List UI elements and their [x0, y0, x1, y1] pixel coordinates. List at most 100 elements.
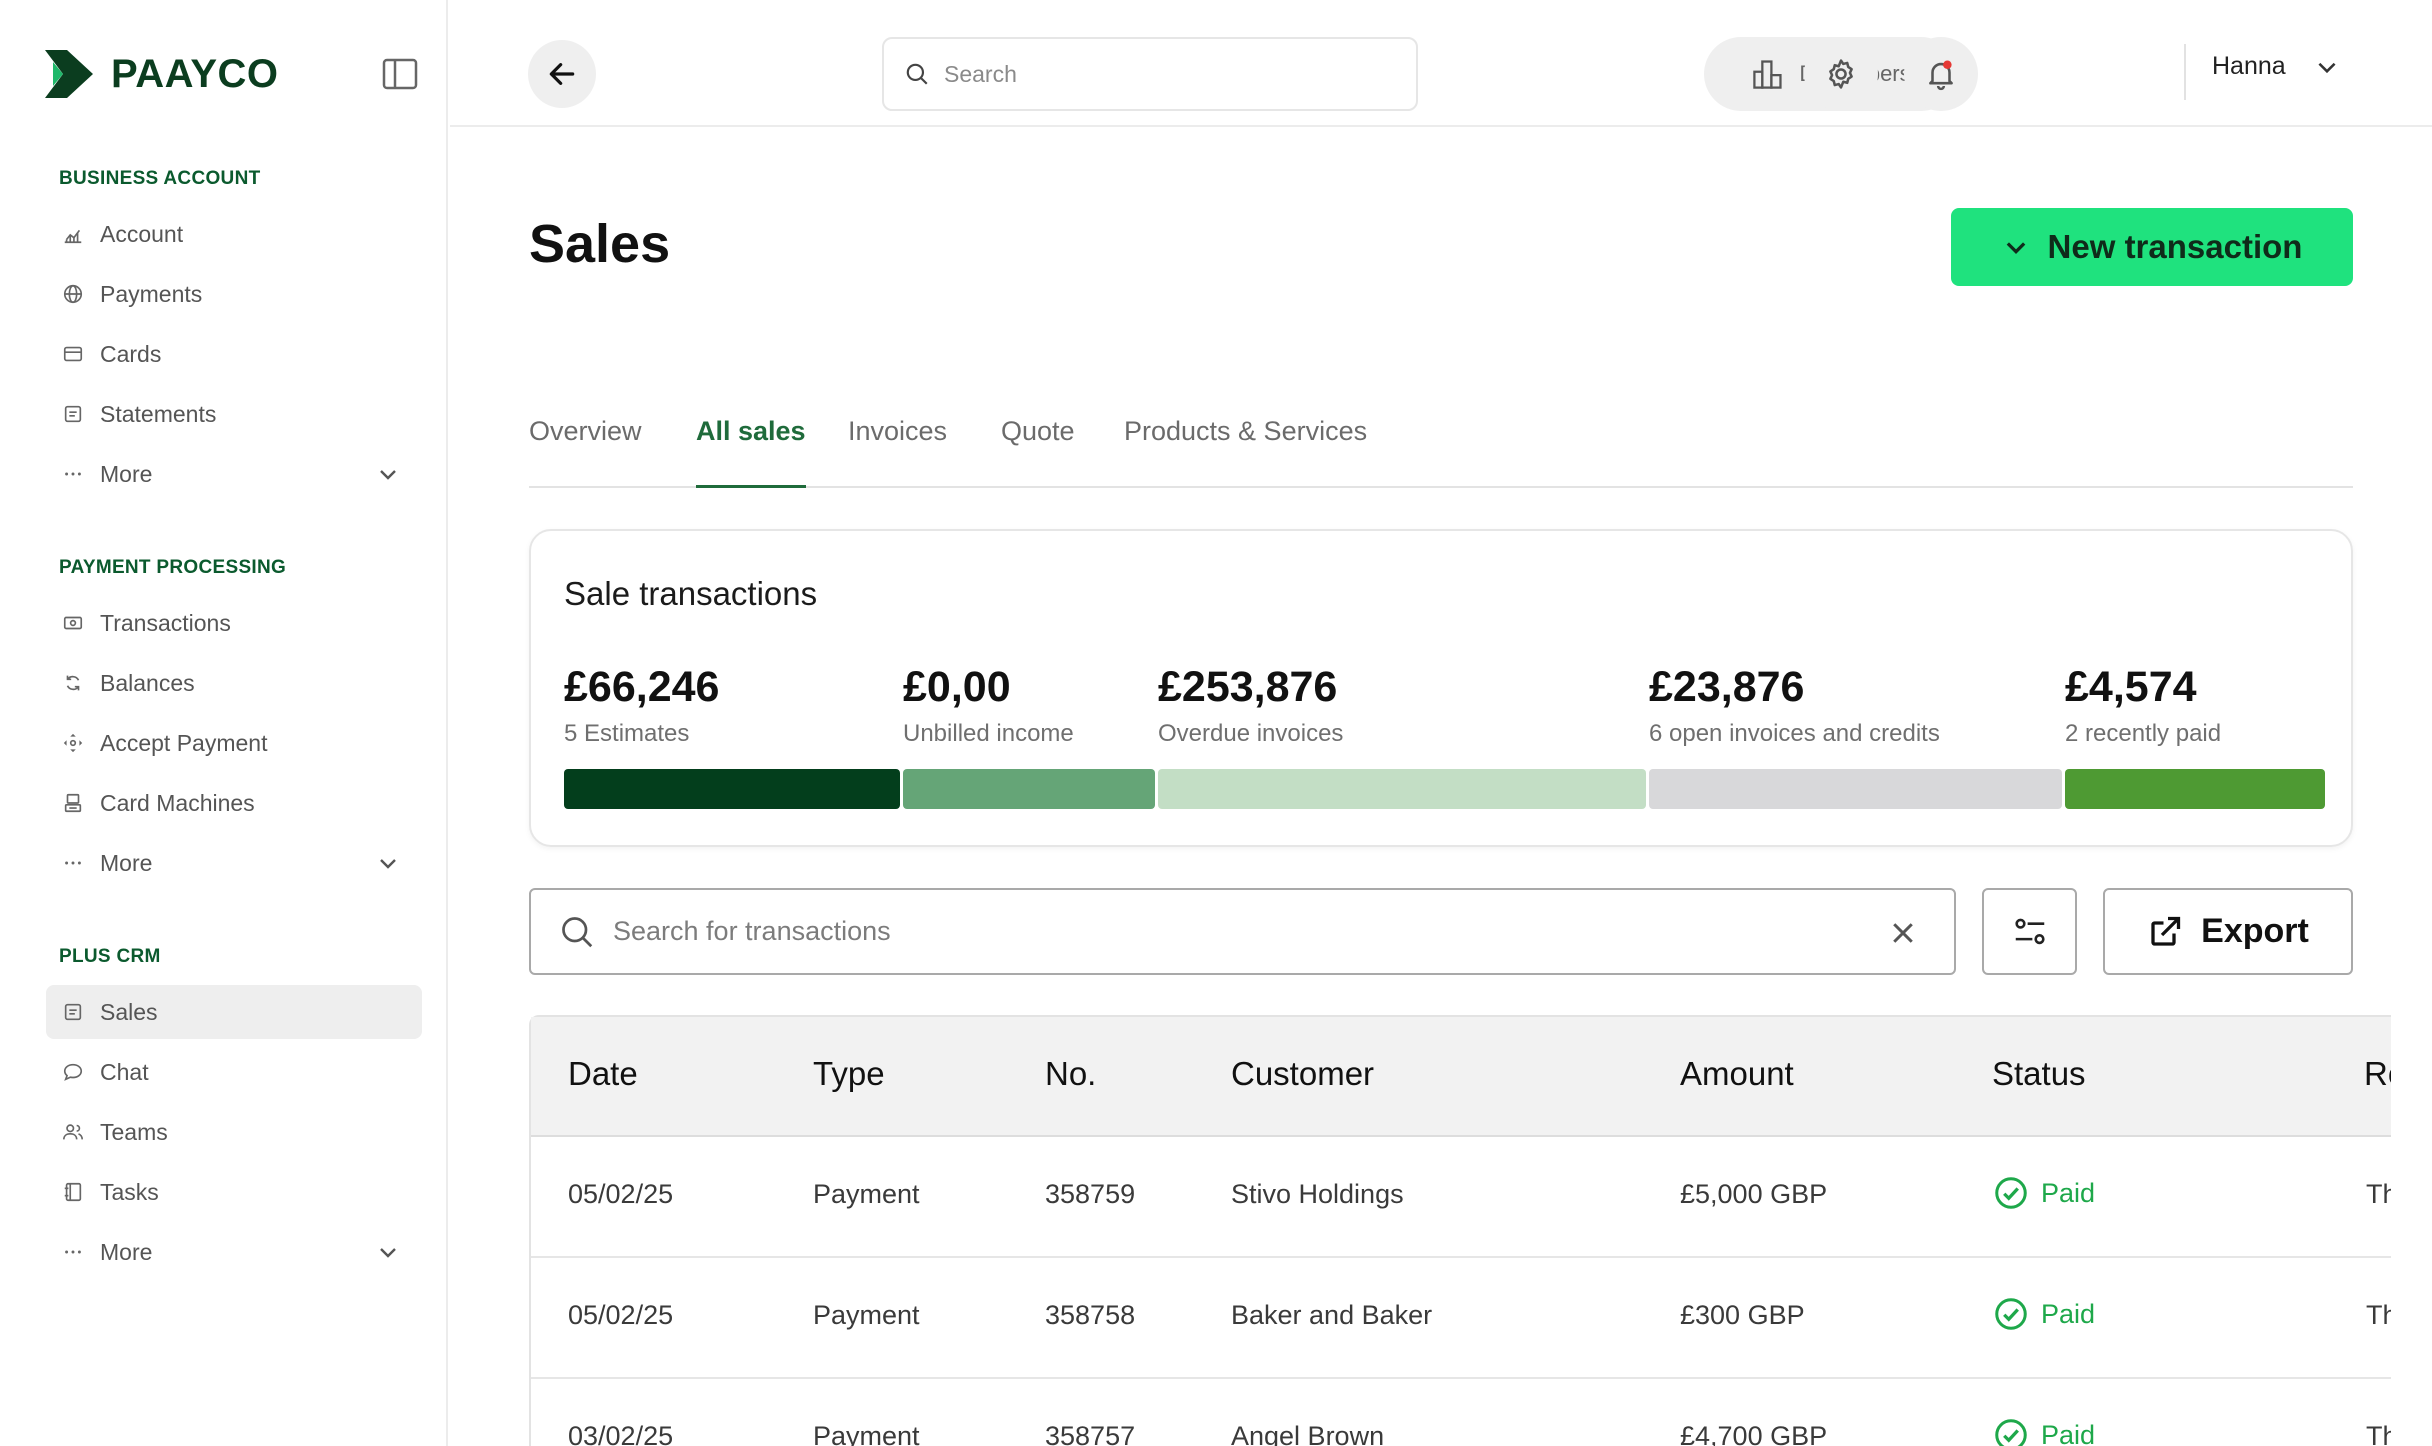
export-label: Export — [2201, 912, 2309, 950]
sidebar-toggle-icon[interactable] — [382, 58, 418, 90]
export-button[interactable]: Export — [2103, 888, 2353, 975]
bar-recently-paid[interactable] — [2065, 769, 2325, 809]
metric-amount: £253,876 — [1158, 663, 1338, 711]
sidebar-item-more-payment[interactable]: More — [46, 836, 422, 890]
new-transaction-label: New transaction — [2047, 228, 2303, 265]
tab-quote[interactable]: Quote — [1001, 416, 1075, 488]
sidebar-item-card-machines[interactable]: Card Machines — [46, 776, 422, 830]
metric-unbilled: £0,00 Unbilled income — [903, 663, 1074, 748]
transaction-search-input[interactable] — [613, 916, 1853, 947]
cell-customer: Baker and Baker — [1231, 1300, 1433, 1330]
table-row[interactable]: 05/02/25 Payment 358759 Stivo Holdings £… — [531, 1137, 2391, 1258]
cell-customer: Stivo Holdings — [1231, 1179, 1404, 1209]
section-title-payment-processing: PAYMENT PROCESSING — [59, 557, 287, 578]
column-header-amount[interactable]: Amount — [1680, 1055, 1794, 1093]
arrow-left-icon — [549, 63, 575, 85]
chevron-down-icon — [380, 859, 396, 869]
search-icon — [906, 63, 928, 85]
back-button[interactable] — [528, 40, 596, 108]
cell-amount: £5,000 GBP — [1680, 1179, 1828, 1209]
sidebar-item-label: Statements — [100, 400, 217, 427]
sidebar-item-more-crm[interactable]: More — [46, 1225, 422, 1279]
new-transaction-button[interactable]: New transaction — [1951, 208, 2353, 286]
globe-icon — [60, 281, 86, 307]
sidebar-item-accept-payment[interactable]: Accept Payment — [46, 716, 422, 770]
sidebar-item-tasks[interactable]: Tasks — [46, 1165, 422, 1219]
table-header: Date Type No. Customer Amount Status Re — [531, 1017, 2391, 1137]
user-name: Hanna — [2212, 52, 2286, 80]
sidebar-item-label: Sales — [100, 998, 158, 1025]
metric-amount: £0,00 — [903, 663, 1011, 711]
global-search[interactable] — [882, 37, 1418, 111]
cell-extra: Th — [2366, 1421, 2391, 1446]
sidebar-item-payments[interactable]: Payments — [46, 267, 422, 321]
table-row[interactable]: 03/02/25 Payment 358757 Angel Brown £4,7… — [531, 1379, 2391, 1446]
sidebar-item-label: Tasks — [100, 1178, 159, 1205]
book-icon — [60, 1179, 86, 1205]
bar-overdue[interactable] — [1158, 769, 1646, 809]
cell-date: 05/02/25 — [568, 1300, 674, 1330]
bar-open-invoices[interactable] — [1649, 769, 2062, 809]
sidebar-item-label: Accept Payment — [100, 729, 268, 756]
check-circle-icon — [1995, 1177, 2027, 1209]
notifications-button[interactable] — [1904, 37, 1978, 111]
transaction-search[interactable] — [529, 888, 1956, 975]
metric-estimates: £66,246 5 Estimates — [564, 663, 719, 748]
sidebar-item-label: Card Machines — [100, 789, 255, 816]
gear-icon — [1829, 59, 1853, 89]
brand-name: PAAYCO — [111, 51, 279, 96]
sidebar-item-balances[interactable]: Balances — [46, 656, 422, 710]
tab-all-sales[interactable]: All sales — [696, 416, 806, 488]
sidebar-item-label: Cards — [100, 340, 162, 367]
tab-overview[interactable]: Overview — [529, 416, 642, 488]
sidebar-item-label: Balances — [100, 669, 195, 696]
cell-type: Payment — [813, 1300, 920, 1330]
sidebar-item-label: Payments — [100, 280, 203, 307]
sale-transactions-card: Sale transactions £66,246 5 Estimates £0… — [529, 529, 2353, 847]
metric-amount: £23,876 — [1649, 663, 1805, 711]
filter-button[interactable] — [1982, 888, 2077, 975]
metric-caption: 6 open invoices and credits — [1649, 720, 1940, 747]
sidebar-item-transactions[interactable]: Transactions — [46, 596, 422, 650]
bar-unbilled[interactable] — [903, 769, 1155, 809]
status-badge: Paid — [1993, 1175, 2095, 1211]
column-header-number[interactable]: No. — [1045, 1055, 1096, 1093]
tab-products-services[interactable]: Products & Services — [1124, 416, 1367, 488]
settings-button[interactable] — [1804, 37, 1878, 111]
column-header-extra[interactable]: Re — [2364, 1055, 2391, 1093]
sidebar-item-statements[interactable]: Statements — [46, 387, 422, 441]
cell-type: Payment — [813, 1421, 920, 1446]
global-search-input[interactable] — [944, 60, 1384, 88]
sidebar-item-chat[interactable]: Chat — [46, 1045, 422, 1099]
table-row[interactable]: 05/02/25 Payment 358758 Baker and Baker … — [531, 1258, 2391, 1379]
metric-overdue: £253,876 Overdue invoices — [1158, 663, 1343, 748]
bell-icon — [1929, 60, 1953, 91]
metric-caption: Overdue invoices — [1158, 720, 1344, 747]
sidebar-item-account[interactable]: Account — [46, 207, 422, 261]
user-menu[interactable]: Hanna — [2212, 52, 2340, 81]
brand-logo[interactable]: PAAYCO — [45, 50, 279, 98]
column-header-status[interactable]: Status — [1992, 1055, 2086, 1093]
sliders-icon — [2014, 918, 2045, 944]
check-circle-icon — [1995, 1419, 2027, 1446]
sales-tabs: Overview All sales Invoices Quote Produc… — [529, 412, 2353, 488]
card-icon — [60, 341, 86, 367]
sidebar-item-cards[interactable]: Cards — [46, 327, 422, 381]
tab-invoices[interactable]: Invoices — [848, 416, 947, 488]
cell-extra: Th — [2366, 1179, 2391, 1209]
cash-icon — [60, 610, 86, 636]
bar-estimates[interactable] — [564, 769, 900, 809]
column-header-date[interactable]: Date — [568, 1055, 638, 1093]
sidebar-item-label: More — [100, 1238, 153, 1265]
search-icon — [562, 916, 593, 947]
column-header-type[interactable]: Type — [813, 1055, 885, 1093]
sidebar-item-teams[interactable]: Teams — [46, 1105, 422, 1159]
close-icon[interactable] — [1888, 918, 1918, 948]
section-title-plus-crm: PLUS CRM — [59, 946, 161, 967]
sidebar-item-label: More — [100, 849, 153, 876]
sidebar-item-label: More — [100, 460, 153, 487]
column-header-customer[interactable]: Customer — [1231, 1055, 1374, 1093]
sidebar-item-more-business[interactable]: More — [46, 447, 422, 501]
status-label: Paid — [2041, 1419, 2096, 1446]
sidebar-item-sales[interactable]: Sales — [46, 985, 422, 1039]
